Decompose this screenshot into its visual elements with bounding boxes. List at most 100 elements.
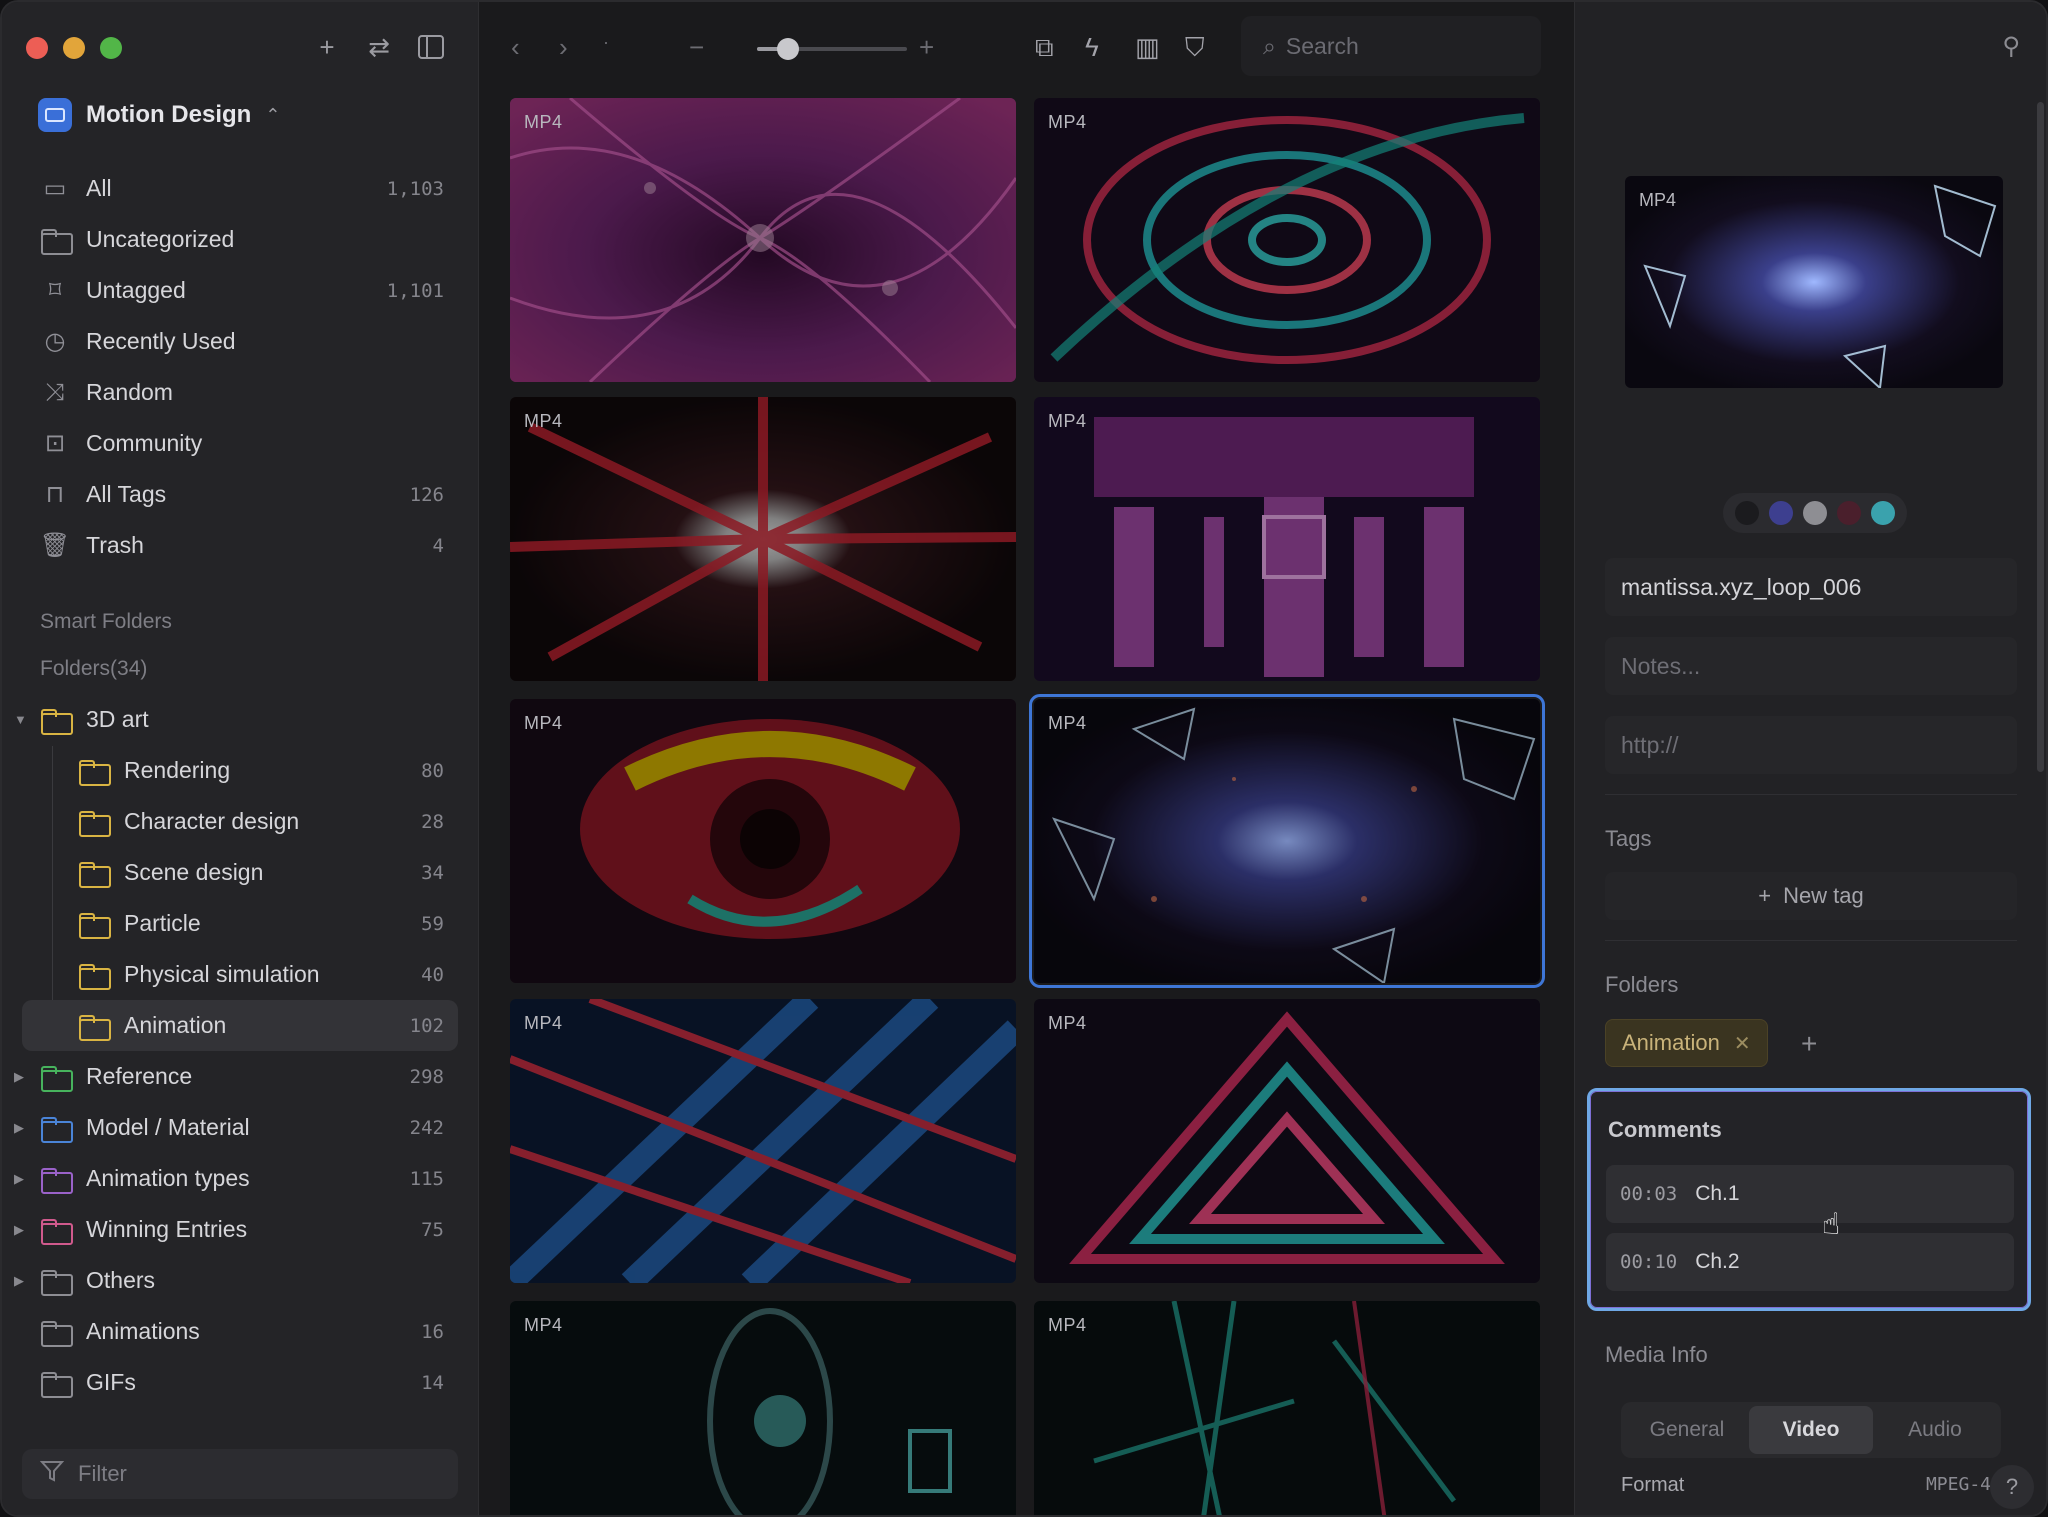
bolt-icon[interactable]: ϟ — [1085, 32, 1099, 63]
extension-icon[interactable]: ⧉ — [1035, 32, 1054, 64]
caret-right-icon[interactable]: ▶ — [14, 1273, 24, 1289]
nav-community[interactable]: ⊡ Community — [22, 418, 458, 469]
palette-swatch[interactable] — [1769, 501, 1793, 525]
smart-folders-heading[interactable]: Smart Folders — [40, 610, 172, 634]
filter-icon — [39, 1460, 65, 1488]
notes-field[interactable]: Notes... — [1605, 637, 2017, 695]
forward-icon[interactable]: › — [559, 32, 568, 63]
help-button[interactable]: ? — [1990, 1465, 2034, 1509]
minimize-window-button[interactable] — [63, 37, 85, 59]
media-thumb-selected[interactable]: MP4 — [1029, 694, 1545, 988]
search-box[interactable]: ⌕ — [1241, 16, 1541, 76]
folder-icon — [40, 1062, 73, 1092]
caret-right-icon[interactable]: ▶ — [14, 1069, 24, 1085]
swap-icon[interactable]: ⇄ — [364, 30, 394, 64]
back-icon[interactable]: ‹ — [511, 32, 520, 63]
folders-heading[interactable]: Folders(34) — [40, 657, 147, 681]
caret-right-icon[interactable]: ▶ — [14, 1120, 24, 1136]
nav-all[interactable]: ▭ All 1,103 — [22, 163, 458, 214]
folder-icon — [78, 960, 111, 990]
media-thumb[interactable]: MP4 — [510, 98, 1016, 382]
tab-audio[interactable]: Audio — [1873, 1406, 1997, 1454]
caret-right-icon[interactable]: ▶ — [14, 1171, 24, 1187]
filename-field[interactable]: mantissa.xyz_loop_006 — [1605, 558, 2017, 616]
pin-icon[interactable]: ⚲ — [2002, 32, 2020, 61]
folder-chip[interactable]: Animation ✕ — [1605, 1019, 1768, 1067]
zoom-in-icon[interactable]: + — [919, 32, 934, 63]
nav-random[interactable]: ⤨ Random — [22, 367, 458, 418]
thumbnail-size-slider[interactable] — [757, 38, 907, 60]
inspector-scrollbar[interactable] — [2037, 102, 2044, 772]
palette-swatch[interactable] — [1803, 501, 1827, 525]
slider-knob[interactable] — [777, 38, 799, 60]
folder-model-material[interactable]: ▶ Model / Material 242 — [14, 1102, 458, 1153]
folder-animations[interactable]: Animations 16 — [22, 1306, 458, 1357]
nav-untagged[interactable]: ⌑ Untagged 1,101 — [22, 265, 458, 316]
download-box-icon: ⊡ — [44, 430, 66, 457]
folder-character-design[interactable]: Character design 28 — [22, 796, 458, 847]
folder-label: Reference — [86, 1063, 193, 1089]
folder-icon — [78, 1011, 111, 1041]
app-window: + ⇄ Motion Design ⌃ ▭ All 1,103 Uncatego… — [0, 0, 2048, 1517]
dim-overlay — [1034, 699, 1540, 983]
comment-text: Ch.1 — [1695, 1182, 1740, 1205]
search-input[interactable] — [1285, 32, 1466, 60]
caret-down-icon[interactable]: ▼ — [14, 712, 27, 727]
media-thumb[interactable]: MP4 — [510, 699, 1016, 983]
close-window-button[interactable] — [26, 37, 48, 59]
preview-video[interactable]: MP4 — [1625, 176, 2003, 388]
nav-trash[interactable]: 🗑 Trash 4 — [22, 520, 458, 571]
sidebar-filter[interactable]: Filter — [22, 1449, 458, 1499]
library-icon — [38, 98, 72, 132]
caret-right-icon[interactable]: ▶ — [14, 1222, 24, 1238]
folder-rendering[interactable]: Rendering 80 — [22, 745, 458, 796]
add-folder-button[interactable]: + — [1801, 1028, 1817, 1060]
folder-winning-entries[interactable]: ▶ Winning Entries 75 — [14, 1204, 458, 1255]
folder-icon — [78, 756, 111, 786]
folder-count: 40 — [421, 963, 444, 986]
folder-3d-art[interactable]: ▼ 3D art — [14, 694, 458, 745]
palette-swatch[interactable] — [1735, 501, 1759, 525]
media-thumb[interactable]: MP4 — [510, 397, 1016, 681]
folder-scene-design[interactable]: Scene design 34 — [22, 847, 458, 898]
folder-label: Character design — [124, 808, 300, 834]
palette-swatch[interactable] — [1837, 501, 1861, 525]
color-palette — [1723, 493, 1907, 533]
new-tag-button[interactable]: + New tag — [1605, 872, 2017, 920]
format-badge: MP4 — [524, 411, 563, 431]
media-thumb[interactable]: MP4 — [1034, 1301, 1540, 1515]
comment-item[interactable]: 00:10 Ch.2 — [1606, 1233, 2014, 1291]
media-thumb[interactable]: MP4 — [1034, 999, 1540, 1283]
media-thumb[interactable]: MP4 — [510, 1301, 1016, 1515]
folder-label: Model / Material — [86, 1114, 250, 1140]
tab-general[interactable]: General — [1625, 1406, 1749, 1454]
media-thumb[interactable]: MP4 — [1034, 98, 1540, 382]
folder-physical-simulation[interactable]: Physical simulation 40 — [22, 949, 458, 1000]
library-switcher[interactable]: Motion Design ⌃ — [38, 98, 280, 132]
folder-reference[interactable]: ▶ Reference 298 — [14, 1051, 458, 1102]
nav-recently-used[interactable]: ◷ Recently Used — [22, 316, 458, 367]
url-field[interactable]: http:// — [1605, 716, 2017, 774]
zoom-out-icon[interactable]: − — [689, 32, 704, 63]
palette-swatch[interactable] — [1871, 501, 1895, 525]
media-thumb[interactable]: MP4 — [510, 999, 1016, 1283]
nav-uncategorized[interactable]: Uncategorized — [22, 214, 458, 265]
folder-animation[interactable]: Animation 102 — [22, 1000, 458, 1051]
folder-others[interactable]: ▶ Others — [14, 1255, 458, 1306]
format-badge: MP4 — [1048, 112, 1087, 132]
sidebar-toggle-icon[interactable] — [416, 30, 446, 64]
filter-icon[interactable]: ⛉ — [1185, 32, 1205, 64]
remove-folder-icon[interactable]: ✕ — [1734, 1031, 1751, 1056]
comment-item[interactable]: 00:03 Ch.1 — [1606, 1165, 2014, 1223]
format-badge: MP4 — [1048, 411, 1087, 431]
folder-particle[interactable]: Particle 59 — [22, 898, 458, 949]
folder-icon — [78, 807, 111, 837]
plus-icon[interactable]: + — [312, 30, 342, 64]
tab-video[interactable]: Video — [1749, 1406, 1873, 1454]
folder-gifs[interactable]: GIFs 14 — [22, 1357, 458, 1408]
zoom-window-button[interactable] — [100, 37, 122, 59]
media-thumb[interactable]: MP4 — [1034, 397, 1540, 681]
folder-animation-types[interactable]: ▶ Animation types 115 — [14, 1153, 458, 1204]
layout-icon[interactable]: ▥ — [1135, 32, 1160, 63]
nav-all-tags[interactable]: ⊓ All Tags 126 — [22, 469, 458, 520]
